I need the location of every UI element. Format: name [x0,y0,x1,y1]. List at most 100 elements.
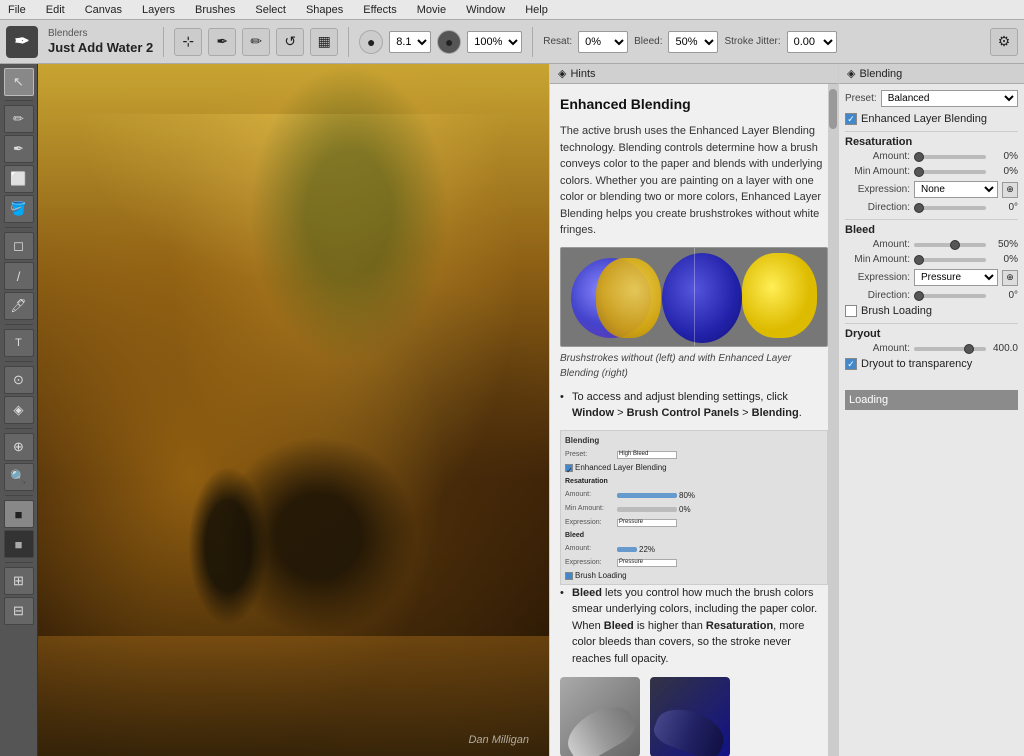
paint-trees [249,64,449,364]
tool-line[interactable]: / [4,262,34,290]
bleed-amount-slider[interactable] [914,243,986,247]
bleed-minamount-row: Min Amount: 0% [845,254,1018,265]
tool-rubber[interactable]: ◈ [4,396,34,424]
blob-right-blue [662,253,742,343]
tool-sep-2 [5,227,33,228]
bleed-dir-slider[interactable] [914,294,986,298]
resat-minamount-row: Min Amount: 0% [845,166,1018,177]
tool-brush[interactable]: ✏ [4,105,34,133]
resat-expr-row: Expression: None ⊕ [845,181,1018,198]
tool-layers[interactable]: ⊞ [4,567,34,595]
mini-bleed-bar [617,547,637,552]
resat-amount-thumb[interactable] [914,152,924,162]
tool-pen-btn[interactable]: ✒ [208,28,236,56]
toolbar: ✒ Blenders Just Add Water 2 ⊹ ✒ ✏ ↺ ▦ ● … [0,20,1024,64]
hint-1-bold3: Blending [752,407,799,419]
color-primary[interactable]: ■ [4,500,34,528]
settings-btn[interactable]: ⚙ [990,28,1018,56]
tool-crop[interactable]: ⊕ [4,433,34,461]
app-title: Just Add Water 2 [48,40,153,57]
resat-select[interactable]: 0% [578,31,628,53]
brush-loading-row: Brush Loading [845,305,1018,317]
opacity-select[interactable]: 100% [467,31,522,53]
resat-expr-select[interactable]: None [914,181,998,198]
color-circle[interactable]: ● [359,30,383,54]
brush-demo-image [560,247,828,347]
bleed-minamount-slider[interactable] [914,258,986,262]
tool-pencil[interactable]: ✒ [4,135,34,163]
menu-movie[interactable]: Movie [413,2,450,18]
tool-pen[interactable]: 🖊 [4,292,34,320]
dryout-amount-slider[interactable] [914,347,986,351]
resat-amount-row: Amount: 0% [845,151,1018,162]
menu-window[interactable]: Window [462,2,509,18]
resat-amount-value: 0% [990,151,1018,162]
resat-amount-slider[interactable] [914,155,986,159]
bleed-amount-thumb[interactable] [950,240,960,250]
preset-select[interactable]: Balanced [881,90,1018,107]
hints-scrollbar-thumb[interactable] [829,89,837,129]
resat-expr-icon[interactable]: ⊕ [1002,182,1018,198]
bleed-minamount-thumb[interactable] [914,255,924,265]
menu-help[interactable]: Help [521,2,552,18]
mini-expr-value: Pressure [617,519,677,527]
mini-preset-label: Preset: [565,450,615,461]
canvas-area[interactable]: Dan Milligan [38,64,549,756]
hints-scrollbar-track[interactable] [828,84,838,756]
brush-demo-caption: Brushstrokes without (left) and with Enh… [560,351,828,381]
hints-body[interactable]: Enhanced Blending The active brush uses … [550,84,838,756]
toolbar-separator-2 [348,27,349,57]
menu-select[interactable]: Select [251,2,290,18]
tool-shape[interactable]: ◻ [4,232,34,260]
brush-stroke-2 [650,701,729,756]
loading-indicator: Loading [845,390,1018,410]
tool-eraser[interactable]: ⬜ [4,165,34,193]
tool-text[interactable]: T [4,329,34,357]
blending-body: Preset: Balanced ✓ Enhanced Layer Blendi… [839,84,1024,756]
bleed-expr-label: Expression: [845,272,910,283]
bleed-select[interactable]: 50% [668,31,718,53]
brush-size-select[interactable]: 8.1 [389,31,431,53]
tool-zoom[interactable]: 🔍 [4,463,34,491]
tool-frame[interactable]: ⊟ [4,597,34,625]
resat-minamount-thumb[interactable] [914,167,924,177]
menu-file[interactable]: File [4,2,30,18]
mini-preset-value: High Bleed [617,451,677,459]
tool-pen2-btn[interactable]: ✏ [242,28,270,56]
app-icon: ✒ [6,26,38,58]
bleed-expr-icon[interactable]: ⊕ [1002,270,1018,286]
resat-dir-thumb[interactable] [914,203,924,213]
enhanced-check[interactable]: ✓ [845,113,857,125]
tool-fill[interactable]: 🪣 [4,195,34,223]
menu-effects[interactable]: Effects [359,2,400,18]
brush-loading-check[interactable] [845,305,857,317]
tool-rotate-btn[interactable]: ↺ [276,28,304,56]
jitter-select[interactable]: 0.00 [787,31,837,53]
resat-dir-value: 0° [990,202,1018,213]
mini-brushloading-row: Brush Loading [565,570,823,582]
dryout-amount-thumb[interactable] [964,344,974,354]
hint-1-bold: Window [572,407,614,419]
mini-expr-label: Expression: [565,518,615,529]
bleed-expr-select[interactable]: Pressure [914,269,998,286]
menu-canvas[interactable]: Canvas [81,2,126,18]
menu-shapes[interactable]: Shapes [302,2,347,18]
bleed-dir-thumb[interactable] [914,291,924,301]
resat-minamount-slider[interactable] [914,170,986,174]
menu-layers[interactable]: Layers [138,2,179,18]
tool-grid-btn[interactable]: ▦ [310,28,338,56]
tool-arrow[interactable]: ↖ [4,68,34,96]
tool-select-btn[interactable]: ⊹ [174,28,202,56]
hint-bullet-1: To access and adjust blending settings, … [560,389,828,422]
dryout-trans-check[interactable]: ✓ [845,358,857,370]
mini-minamount-row: Min Amount: 0% [565,504,823,516]
resat-dir-slider[interactable] [914,206,986,210]
color-secondary[interactable]: ■ [4,530,34,558]
bleed-dir-row: Direction: 0° [845,290,1018,301]
dryout-trans-row: ✓ Dryout to transparency [845,358,1018,370]
menu-brushes[interactable]: Brushes [191,2,239,18]
menu-edit[interactable]: Edit [42,2,69,18]
hints-icon: ◈ [558,67,566,80]
brush-example-2 [650,677,730,756]
tool-clone[interactable]: ⊙ [4,366,34,394]
